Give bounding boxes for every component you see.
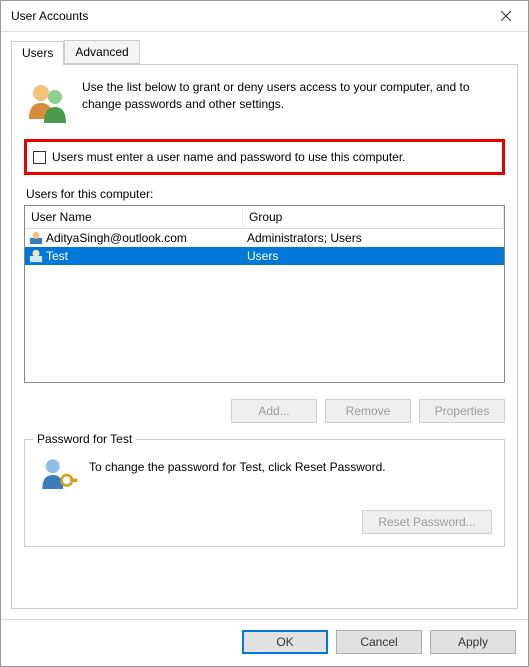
listview-body: AdityaSingh@outlook.com Administrators; …: [25, 229, 504, 382]
password-groupbox: Password for Test To change the password…: [24, 439, 505, 547]
tab-users[interactable]: Users: [11, 41, 64, 65]
password-text: To change the password for Test, click R…: [89, 454, 386, 474]
table-row[interactable]: Test Users: [25, 247, 504, 265]
user-buttons-row: Add... Remove Properties: [24, 399, 505, 423]
password-required-row: Users must enter a user name and passwor…: [24, 139, 505, 175]
close-button[interactable]: [483, 1, 528, 32]
users-icon: [24, 79, 72, 127]
password-required-checkbox[interactable]: [33, 151, 46, 164]
cancel-button[interactable]: Cancel: [336, 630, 422, 654]
dialog-footer: OK Cancel Apply: [1, 619, 528, 666]
password-required-label: Users must enter a user name and passwor…: [52, 150, 406, 164]
key-user-icon: [37, 454, 79, 496]
cell-group: Users: [243, 249, 504, 263]
listview-header: User Name Group: [25, 206, 504, 229]
cell-username: AdityaSingh@outlook.com: [25, 231, 243, 245]
column-username[interactable]: User Name: [25, 206, 243, 228]
properties-button[interactable]: Properties: [419, 399, 505, 423]
window-title: User Accounts: [11, 9, 483, 23]
cell-group: Administrators; Users: [243, 231, 504, 245]
tab-advanced[interactable]: Advanced: [64, 40, 139, 64]
password-row: To change the password for Test, click R…: [37, 454, 492, 496]
remove-button[interactable]: Remove: [325, 399, 411, 423]
ok-button[interactable]: OK: [242, 630, 328, 654]
user-icon: [29, 249, 43, 263]
close-icon: [501, 11, 511, 21]
dialog-content: Users Advanced Use the list below to gra…: [1, 32, 528, 619]
titlebar: User Accounts: [1, 1, 528, 32]
cell-username: Test: [25, 249, 243, 263]
password-button-row: Reset Password...: [37, 510, 492, 534]
column-group[interactable]: Group: [243, 206, 504, 228]
tab-strip: Users Advanced: [11, 40, 518, 65]
users-listview[interactable]: User Name Group AdityaSingh@outlook.com …: [24, 205, 505, 383]
add-button[interactable]: Add...: [231, 399, 317, 423]
apply-button[interactable]: Apply: [430, 630, 516, 654]
table-row[interactable]: AdityaSingh@outlook.com Administrators; …: [25, 229, 504, 247]
user-icon: [29, 231, 43, 245]
users-list-label: Users for this computer:: [26, 187, 505, 201]
tab-panel-users: Use the list below to grant or deny user…: [11, 65, 518, 609]
intro-text: Use the list below to grant or deny user…: [82, 79, 505, 127]
intro-row: Use the list below to grant or deny user…: [24, 79, 505, 127]
reset-password-button[interactable]: Reset Password...: [362, 510, 492, 534]
password-groupbox-title: Password for Test: [33, 432, 136, 446]
